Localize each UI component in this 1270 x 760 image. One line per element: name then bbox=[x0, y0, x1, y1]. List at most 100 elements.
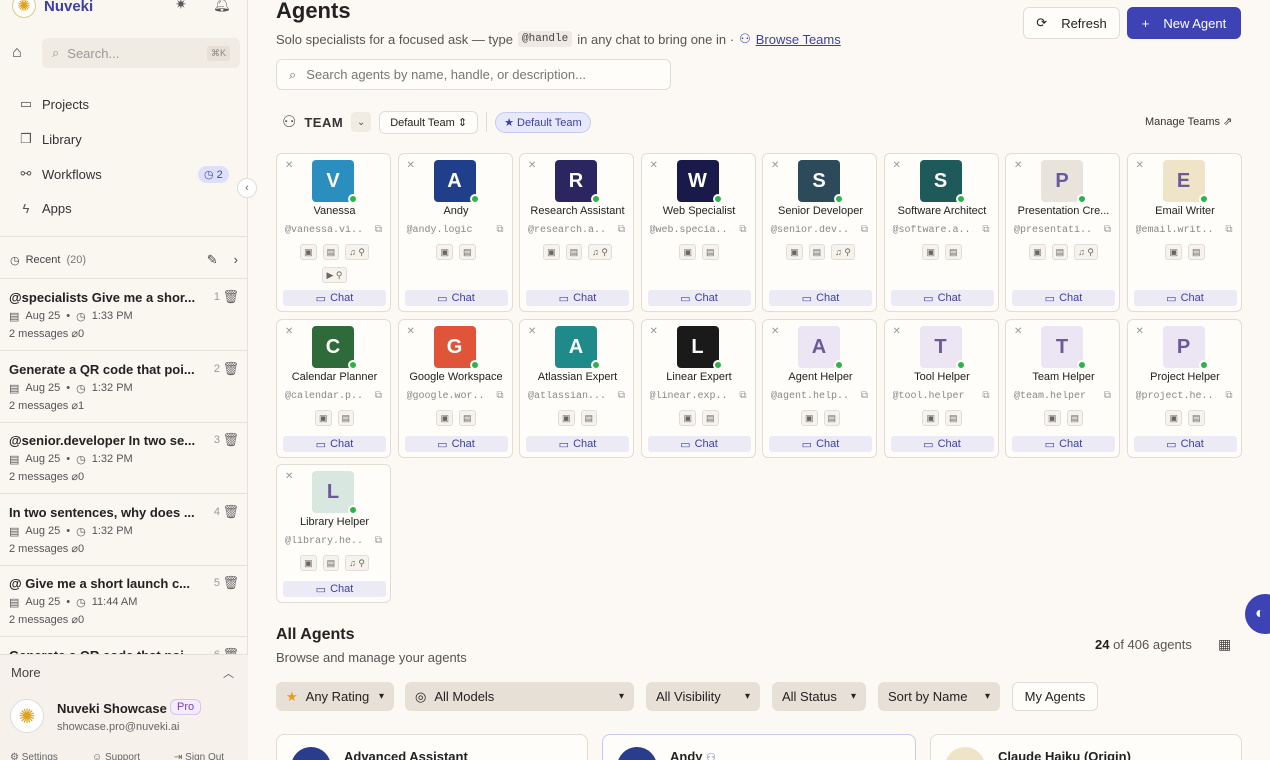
agent-card[interactable]: ✕ P Presentation Cre... @presentati... ⧉ ▣ ▤ ♫ … bbox=[1005, 153, 1120, 312]
agent-card[interactable]: ✕ V Vanessa @vanessa.vi... ⧉ ▣ ▤ ♫ ⚲ ▶ ⚲ ▭ Chat bbox=[276, 153, 391, 312]
chat-button[interactable]: ▭ Chat bbox=[890, 290, 994, 306]
close-icon[interactable]: ✕ bbox=[285, 326, 293, 337]
chat-button[interactable]: ▭ Chat bbox=[283, 436, 386, 452]
close-icon[interactable]: ✕ bbox=[771, 326, 779, 337]
sidebar-item-apps[interactable]: ϟ Apps bbox=[18, 201, 72, 216]
sign-out-link[interactable]: ⇥ Sign Out bbox=[174, 752, 224, 760]
active-team-pill[interactable]: ★ Default Team bbox=[495, 111, 591, 133]
copy-icon[interactable]: ⧉ bbox=[1225, 224, 1232, 235]
agent-card[interactable]: ✕ T Team Helper @team.helper ⧉ ▣ ▤ ▭ Chat bbox=[1005, 319, 1120, 458]
sidebar-search[interactable]: ⌕ Search... ⌘K bbox=[42, 38, 240, 68]
visibility-filter[interactable]: All Visibility ▾ bbox=[646, 682, 760, 711]
avatar[interactable]: ✺ bbox=[10, 699, 44, 733]
agent-card[interactable]: ✕ A Agent Helper @agent.help... ⧉ ▣ ▤ ▭ Chat bbox=[762, 319, 877, 458]
chevron-up-icon[interactable]: ︿ bbox=[223, 665, 234, 681]
copy-icon[interactable]: ⧉ bbox=[375, 224, 382, 235]
copy-icon[interactable]: ⧉ bbox=[739, 224, 746, 235]
copy-icon[interactable]: ⧉ bbox=[739, 390, 746, 401]
close-icon[interactable]: ✕ bbox=[771, 160, 779, 171]
conversation-item[interactable]: Generate a QR code that poi... 2 🗑︎ ▤ Aug 25… bbox=[0, 351, 248, 423]
close-icon[interactable]: ✕ bbox=[1014, 326, 1022, 337]
chat-button[interactable]: ▭ Chat bbox=[769, 436, 872, 452]
copy-icon[interactable]: ⧉ bbox=[1225, 390, 1232, 401]
chat-button[interactable]: ▭ Chat bbox=[647, 290, 751, 306]
close-icon[interactable]: ✕ bbox=[893, 160, 901, 171]
sort-select[interactable]: Sort by Name ▾ bbox=[878, 682, 1000, 711]
copy-icon[interactable]: ⧉ bbox=[1104, 224, 1111, 235]
copy-icon[interactable]: ⧉ bbox=[618, 224, 625, 235]
trash-icon[interactable]: 🗑︎ bbox=[222, 361, 239, 377]
agent-card[interactable]: ✕ S Software Architect @software.a... ⧉ ▣ ▤ ▭ Ch… bbox=[883, 153, 999, 312]
team-select[interactable]: Default Team ⇕ bbox=[379, 110, 479, 134]
chat-button[interactable]: ▭ Chat bbox=[526, 290, 629, 306]
sparkle-icon[interactable]: ✷ bbox=[175, 0, 187, 13]
agent-card[interactable]: ✕ C Calendar Planner @calendar.p... ⧉ ▣ ▤ ▭ Chat bbox=[276, 319, 391, 458]
close-icon[interactable]: ✕ bbox=[1136, 326, 1144, 337]
agent-card[interactable]: ✕ S Senior Developer @senior.dev... ⧉ ▣ ▤ ♫ ⚲ ▭ C… bbox=[762, 153, 877, 312]
close-icon[interactable]: ✕ bbox=[650, 160, 658, 171]
copy-icon[interactable]: ⧉ bbox=[982, 224, 989, 235]
manage-teams-link[interactable]: Manage Teams ⇗ bbox=[1145, 115, 1232, 128]
close-icon[interactable]: ✕ bbox=[528, 326, 536, 337]
support-link[interactable]: ☺ Support bbox=[92, 752, 140, 760]
agent-search-input[interactable]: ⌕ Search agents by name, handle, or desc… bbox=[276, 59, 671, 90]
agent-card[interactable]: ✕ A Atlassian Expert @atlassian.... ⧉ ▣ ▤ ▭ Chat bbox=[519, 319, 634, 458]
close-icon[interactable]: ✕ bbox=[285, 471, 293, 482]
close-icon[interactable]: ✕ bbox=[650, 326, 658, 337]
conversation-item[interactable]: @ Give me a short launch c... 5 🗑︎ ▤ Aug 25 •… bbox=[0, 565, 248, 637]
conversation-item[interactable]: In two sentences, why does ... 4 🗑︎ ▤ Aug 25… bbox=[0, 494, 248, 566]
agent-list-card[interactable]: Claude Haiku (Origin) bbox=[930, 734, 1242, 760]
close-icon[interactable]: ✕ bbox=[1136, 160, 1144, 171]
brand[interactable]: ✺ Nuveki bbox=[12, 0, 93, 18]
agent-card[interactable]: ✕ G Google Workspace @google.wor... ⧉ ▣ ▤ ▭ Chat bbox=[397, 319, 513, 458]
close-icon[interactable]: ✕ bbox=[528, 160, 536, 171]
trash-icon[interactable]: 🗑︎ bbox=[222, 504, 239, 520]
more-toggle[interactable]: More bbox=[11, 665, 41, 680]
copy-icon[interactable]: ⧉ bbox=[375, 535, 382, 546]
close-icon[interactable]: ✕ bbox=[407, 160, 415, 171]
chat-button[interactable]: ▭ Chat bbox=[283, 581, 386, 597]
agent-card[interactable]: ✕ A Andy @andy.logic ⧉ ▣ ▤ ▭ Chat bbox=[397, 153, 513, 312]
refresh-button[interactable]: ⟳ Refresh bbox=[1023, 7, 1120, 39]
sidebar-item-projects[interactable]: ▭ Projects bbox=[18, 96, 89, 112]
home-icon[interactable]: ⌂ bbox=[12, 44, 22, 62]
copy-icon[interactable]: ⧉ bbox=[496, 224, 503, 235]
sidebar-item-library[interactable]: ❒ Library bbox=[18, 131, 82, 147]
close-icon[interactable]: ✕ bbox=[893, 326, 901, 337]
chat-button[interactable]: ▭ Chat bbox=[526, 436, 629, 452]
collapse-sidebar-button[interactable]: ‹ bbox=[237, 178, 257, 198]
agent-card[interactable]: ✕ E Email Writer @email.writ... ⧉ ▣ ▤ ▭ Chat bbox=[1126, 153, 1242, 312]
chat-button[interactable]: ▭ Chat bbox=[1012, 290, 1115, 306]
agent-card[interactable]: ✕ R Research Assistant @research.a... ⧉ ▣ ▤ ♫ ⚲… bbox=[519, 153, 634, 312]
copy-icon[interactable]: ⧉ bbox=[861, 390, 868, 401]
status-filter[interactable]: All Status ▾ bbox=[772, 682, 866, 711]
copy-icon[interactable]: ⧉ bbox=[861, 224, 868, 235]
agent-card[interactable]: ✕ L Library Helper @library.he... ⧉ ▣ ▤ ♫ ⚲ ▭ Cha… bbox=[276, 464, 391, 603]
sidebar-item-workflows[interactable]: ⚯ Workflows bbox=[18, 166, 102, 182]
chat-button[interactable]: ▭ Chat bbox=[1133, 290, 1237, 306]
agent-card[interactable]: ✕ T Tool Helper @tool.helper ⧉ ▣ ▤ ▭ Chat bbox=[883, 319, 999, 458]
my-agents-button[interactable]: My Agents bbox=[1012, 682, 1098, 711]
copy-icon[interactable]: ⧉ bbox=[496, 390, 503, 401]
conversation-item[interactable]: @senior.developer In two se... 3 🗑︎ ▤ Aug 25… bbox=[0, 422, 248, 494]
chat-button[interactable]: ▭ Chat bbox=[890, 436, 994, 452]
copy-icon[interactable]: ⧉ bbox=[618, 390, 625, 401]
close-icon[interactable]: ✕ bbox=[407, 326, 415, 337]
close-icon[interactable]: ✕ bbox=[1014, 160, 1022, 171]
bell-icon[interactable]: 🔔︎ bbox=[213, 0, 231, 13]
chat-button[interactable]: ▭ Chat bbox=[404, 290, 508, 306]
chat-button[interactable]: ▭ Chat bbox=[647, 436, 751, 452]
grid-view-icon[interactable]: ▦ bbox=[1218, 636, 1231, 653]
chevron-right-icon[interactable]: › bbox=[234, 252, 238, 268]
trash-icon[interactable]: 🗑︎ bbox=[222, 575, 239, 591]
browse-teams-link[interactable]: Browse Teams bbox=[756, 32, 841, 47]
agent-list-card[interactable]: Andy ⚇ bbox=[602, 734, 916, 760]
chat-button[interactable]: ▭ Chat bbox=[1012, 436, 1115, 452]
chat-button[interactable]: ▭ Chat bbox=[283, 290, 386, 306]
new-agent-button[interactable]: + New Agent bbox=[1127, 7, 1241, 39]
copy-icon[interactable]: ⧉ bbox=[375, 390, 382, 401]
agent-list-card[interactable]: Advanced Assistant bbox=[276, 734, 588, 760]
model-filter[interactable]: ◎ All Models ▾ bbox=[405, 682, 634, 711]
chat-button[interactable]: ▭ Chat bbox=[769, 290, 872, 306]
help-fab-button[interactable]: ◐ bbox=[1245, 594, 1270, 634]
